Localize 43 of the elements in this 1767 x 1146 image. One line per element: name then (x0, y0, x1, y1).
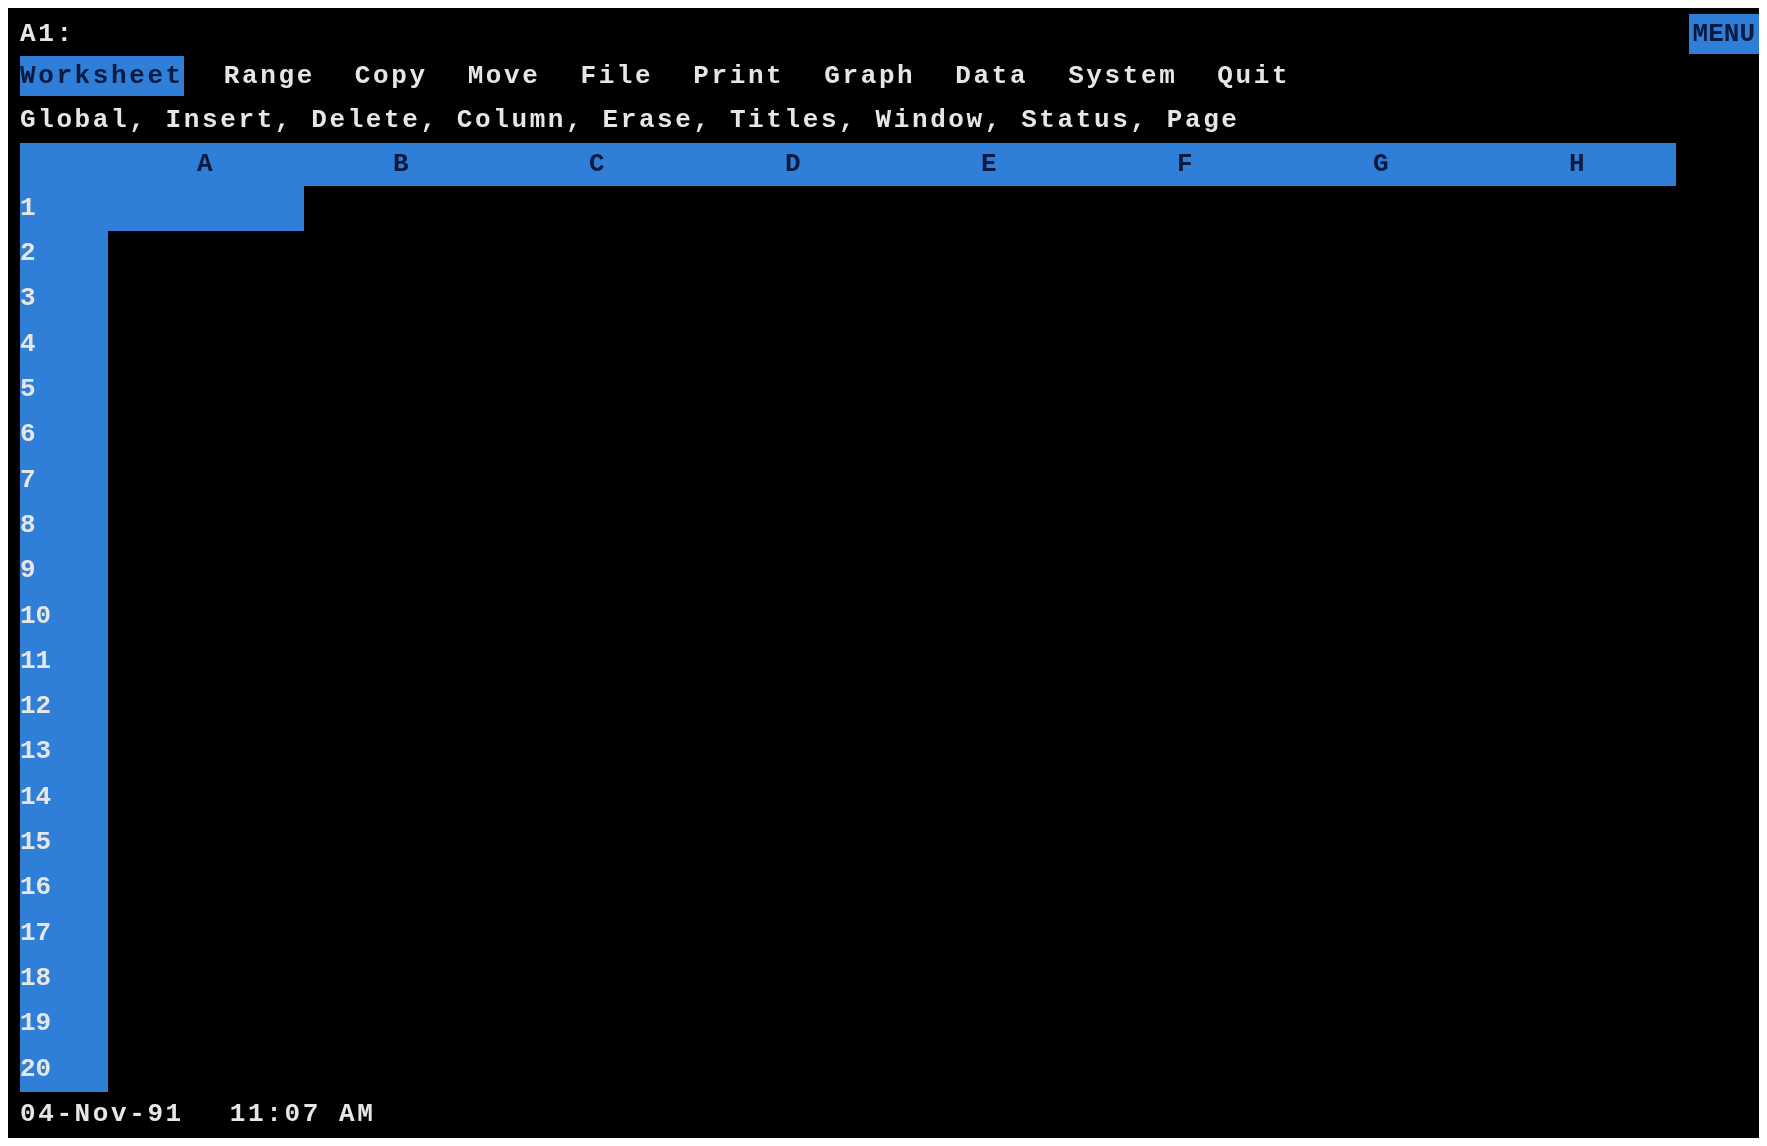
row-header: 2 (20, 237, 36, 271)
mode-indicator: MENU (1688, 14, 1759, 54)
status-time: 11:07 AM (229, 1098, 376, 1132)
row-header: 8 (20, 508, 36, 542)
row-header: 13 (20, 735, 52, 769)
column-header: D (784, 147, 804, 181)
row-header: 12 (20, 690, 52, 724)
row-header: 7 (20, 463, 36, 497)
column-header: F (1176, 147, 1196, 181)
row-header: 4 (20, 327, 36, 361)
column-header: C (588, 147, 608, 181)
menu-item[interactable]: System (1068, 56, 1178, 97)
column-header: G (1372, 147, 1392, 181)
column-header: H (1568, 147, 1588, 181)
row-header: 20 (20, 1052, 52, 1086)
menu-description: Global, Insert, Delete, Column, Erase, Titles, Window, Status, Page (20, 104, 1240, 138)
menu-item[interactable]: Graph (824, 56, 916, 97)
menu-item[interactable]: Move (467, 56, 541, 97)
menu-item[interactable]: Worksheet (20, 56, 184, 97)
row-header: 9 (20, 554, 36, 588)
row-header: 11 (20, 644, 52, 678)
column-header: E (980, 147, 1000, 181)
menu-item[interactable]: Data (955, 56, 1029, 97)
row-header: 18 (20, 961, 52, 995)
row-header: 3 (20, 282, 36, 316)
menu-item[interactable]: Copy (354, 56, 428, 97)
row-header: 1 (20, 191, 36, 225)
row-header: 16 (20, 871, 52, 905)
row-header: 15 (20, 826, 52, 859)
status-date: 04-Nov-91 (20, 1098, 184, 1132)
row-header: 6 (20, 418, 36, 452)
cell-indicator: A1: (20, 17, 75, 51)
column-header: A (196, 147, 216, 181)
column-header: B (392, 147, 412, 181)
row-header: 14 (20, 780, 52, 814)
menu-item[interactable]: File (580, 56, 654, 97)
menu-item[interactable]: Range (223, 56, 315, 97)
row-header: 19 (20, 1007, 52, 1041)
menu-item[interactable]: Print (693, 56, 785, 97)
row-header: 5 (20, 373, 36, 407)
row-header: 10 (20, 599, 52, 633)
row-header: 17 (20, 916, 52, 950)
menu-item[interactable]: Quit (1217, 56, 1291, 97)
